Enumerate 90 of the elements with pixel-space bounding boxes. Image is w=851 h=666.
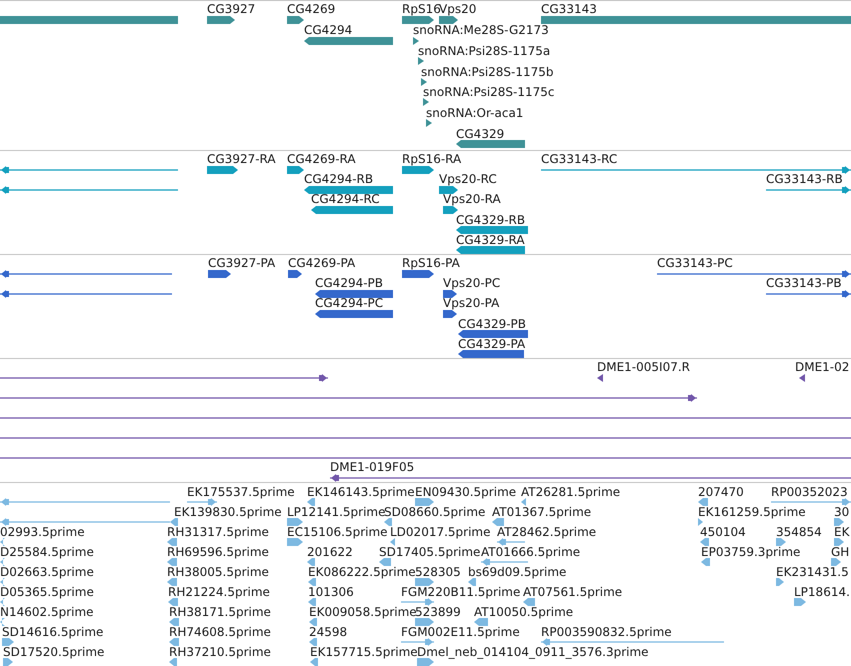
feature-label: CG4294 bbox=[304, 24, 352, 37]
feature-label: AT28462.5prime bbox=[497, 526, 596, 539]
feature-label: RH38171.5prime bbox=[169, 606, 271, 619]
feature-label: AT10050.5prime bbox=[474, 606, 574, 619]
feature-label: CG3927-PA bbox=[208, 257, 276, 270]
feature-label: RpS16 bbox=[402, 3, 441, 16]
feature-label: snoRNA:Psi28S-1175a bbox=[418, 45, 550, 58]
feature-label: snoRNA:Psi28S-1175b bbox=[421, 66, 554, 79]
feature-label: CG33143-PC bbox=[657, 257, 733, 270]
feature-label: RP003590832.5prime bbox=[541, 626, 672, 639]
feature-label: D25584.5prime bbox=[0, 546, 94, 559]
feature-label: CG33143-RC bbox=[541, 153, 618, 166]
feature-label: CG4294-RB bbox=[304, 173, 374, 186]
feature-label: CG4269-PA bbox=[288, 257, 356, 270]
feature-label: EK161259.5prime bbox=[698, 506, 806, 519]
feature-label: RH21224.5prime bbox=[168, 586, 270, 599]
feature-label: D02663.5prime bbox=[0, 566, 94, 579]
feature-label: AT26281.5prime bbox=[521, 486, 620, 499]
feature-label: Vps20 bbox=[439, 3, 476, 16]
feature-label: EK bbox=[834, 526, 850, 539]
feature-label: CG4329-RA bbox=[456, 234, 525, 247]
feature-label: AT01367.5prime bbox=[492, 506, 592, 519]
feature-label: RH37210.5prime bbox=[169, 646, 271, 659]
feature-label: RH38005.5prime bbox=[167, 566, 269, 579]
feature-label: CG4294-PC bbox=[315, 297, 384, 310]
feature-label: 354854 bbox=[776, 526, 822, 539]
feature-label: CG4269-RA bbox=[287, 153, 356, 166]
feature-label: EK231431.5 bbox=[776, 566, 849, 579]
feature-label: RH69596.5prime bbox=[167, 546, 269, 559]
feature-label: D05365.5prime bbox=[0, 586, 94, 599]
feature-label: CG4294-RC bbox=[311, 193, 380, 206]
feature-label: snoRNA:Me28S-G2173 bbox=[413, 24, 549, 37]
feature-label: snoRNA:Psi28S-1175c bbox=[423, 86, 555, 99]
feature-label: Dmel_neb_014104_0911_3576.3prime bbox=[417, 646, 649, 659]
feature-label: CG3927 bbox=[207, 3, 256, 16]
feature-label: Vps20-PC bbox=[443, 277, 500, 290]
feature-label: Vps20-RA bbox=[443, 193, 501, 206]
feature-label: EC15106.5prime bbox=[287, 526, 388, 539]
feature-label: EN09430.5prime bbox=[415, 486, 516, 499]
feature-label: RH74608.5prime bbox=[169, 626, 271, 639]
feature-label: RpS16-RA bbox=[402, 153, 462, 166]
feature-label: CG4269 bbox=[287, 3, 336, 16]
feature-label: EK009058.5prime bbox=[309, 606, 417, 619]
feature-label: SD17520.5prime bbox=[3, 646, 104, 659]
feature-label: DME1-02 bbox=[795, 361, 850, 374]
feature-label: 101306 bbox=[308, 586, 354, 599]
feature-label: AT07561.5prime bbox=[523, 586, 622, 599]
feature-label: bs69d09.5prime bbox=[468, 566, 566, 579]
feature-label: CG4329-PA bbox=[458, 338, 526, 351]
feature-label: CG4329 bbox=[456, 128, 504, 141]
feature-label: EK157715.5prime bbox=[310, 646, 418, 659]
feature-label: AT01666.5prime bbox=[481, 546, 580, 559]
feature-label: CG4294-PB bbox=[315, 277, 384, 290]
feature-label: DME1-005I07.R bbox=[597, 361, 690, 374]
feature-label: SD17405.5prime bbox=[379, 546, 480, 559]
feature-label: 523899 bbox=[415, 606, 461, 619]
feature-label: RP00352023 bbox=[771, 486, 848, 499]
feature-label: 450104 bbox=[700, 526, 746, 539]
feature-label: LP18614. bbox=[794, 586, 850, 599]
feature-label: EK086222.5prime bbox=[308, 566, 416, 579]
feature-label: 24598 bbox=[309, 626, 348, 639]
feature-label: 207470 bbox=[698, 486, 744, 499]
feature-label: 02993.5prime bbox=[0, 526, 85, 539]
feature-label: 528305 bbox=[415, 566, 461, 579]
feature-label: DME1-019F05 bbox=[330, 461, 414, 474]
feature-label: LD02017.5prime bbox=[390, 526, 491, 539]
feature-label: CG4329-PB bbox=[458, 318, 526, 331]
feature-label: CG33143-RB bbox=[766, 173, 843, 186]
feature-label: 201622 bbox=[307, 546, 353, 559]
feature-label: EK146143.5prime bbox=[307, 486, 415, 499]
feature-label: RH31317.5prime bbox=[167, 526, 269, 539]
feature-label: EK175537.5prime bbox=[187, 486, 295, 499]
feature-label: N14602.5prime bbox=[0, 606, 94, 619]
feature-label: Vps20-PA bbox=[443, 297, 500, 310]
feature-label: RpS16-PA bbox=[402, 257, 460, 270]
feature-label: SD08660.5prime bbox=[384, 506, 486, 519]
feature-label: SD14616.5prime bbox=[2, 626, 104, 639]
feature-label: CG4329-RB bbox=[456, 214, 526, 227]
feature-label: LP12141.5prime bbox=[287, 506, 386, 519]
feature-label: FGM002E11.5prime bbox=[401, 626, 520, 639]
feature-label: CG33143 bbox=[541, 3, 597, 16]
feature-label: FGM220B11.5prime bbox=[401, 586, 520, 599]
feature-label: EK139830.5prime bbox=[174, 506, 282, 519]
feature-label: 30 bbox=[834, 506, 850, 519]
feature-label: EP03759.3prime bbox=[701, 546, 800, 559]
feature-label: Vps20-RC bbox=[439, 173, 497, 186]
feature-label: CG3927-RA bbox=[207, 153, 276, 166]
feature-label: snoRNA:Or-aca1 bbox=[426, 107, 524, 120]
feature-label: CG33143-PB bbox=[766, 277, 842, 290]
feature-label: GH bbox=[831, 546, 850, 559]
